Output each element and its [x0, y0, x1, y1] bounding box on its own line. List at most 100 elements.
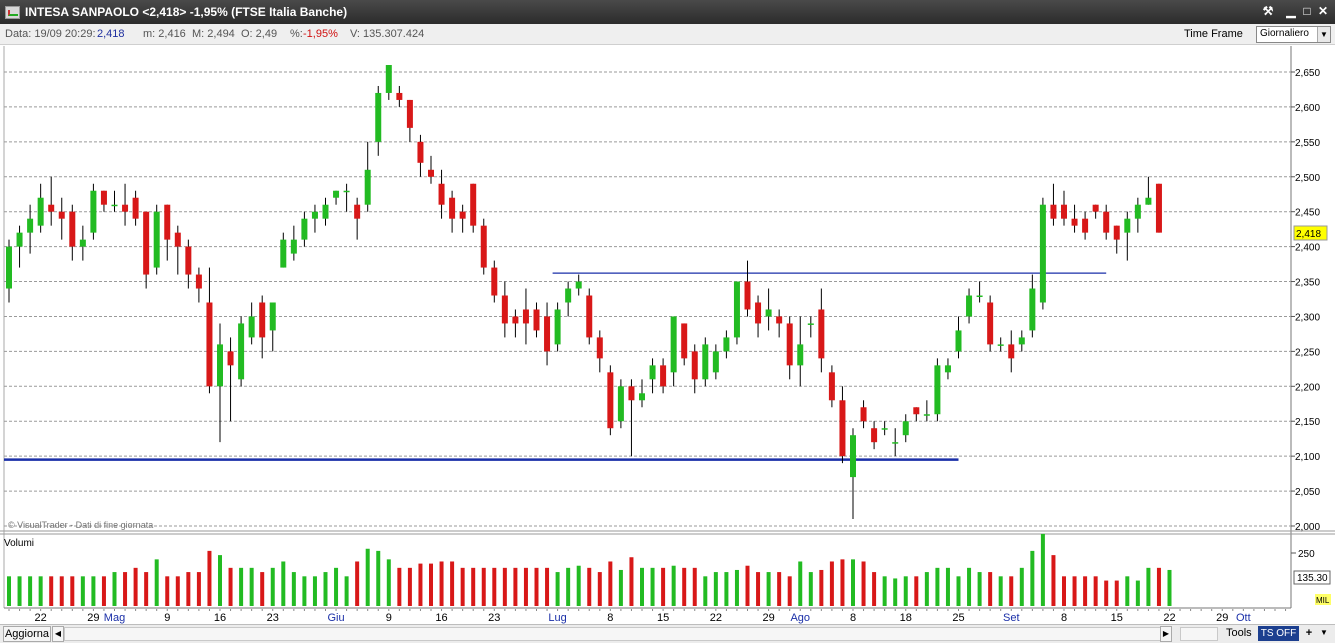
candle-body [438, 183, 445, 205]
horizontal-scrollbar[interactable] [64, 627, 1162, 641]
candle-body [1061, 204, 1067, 219]
volume-last-value: 135.30 [1297, 573, 1328, 584]
volume-bar [365, 548, 370, 606]
candle-body [955, 330, 962, 352]
date-axis-label: 8 [1061, 612, 1067, 624]
zoom-slider[interactable] [1180, 627, 1218, 641]
candle-body [459, 211, 466, 219]
candle-body [417, 141, 424, 163]
volume-bar [418, 563, 423, 606]
add-button[interactable]: + [1304, 626, 1314, 640]
candle-body [290, 239, 297, 254]
volume-bar [239, 567, 244, 606]
volume-bar [829, 561, 834, 606]
candle-body [765, 309, 772, 317]
candle-body [1124, 218, 1131, 233]
volume-bar [1125, 576, 1130, 606]
volume-bar [186, 572, 191, 606]
candle-body [491, 267, 498, 296]
candle-body [206, 302, 213, 387]
volume-bar [218, 555, 222, 606]
tools-button[interactable]: Tools [1226, 626, 1252, 640]
volume-bar [1167, 569, 1172, 606]
candle-body [533, 309, 540, 331]
candle-body [259, 302, 266, 338]
candle-body [512, 316, 519, 324]
volume-bar [650, 567, 655, 606]
volume-bar [576, 565, 581, 606]
volume-bar [133, 567, 138, 606]
volume-bar [566, 567, 571, 606]
volume-bar [334, 567, 339, 606]
candle-body [1113, 225, 1120, 240]
candle-body [966, 295, 973, 317]
price-axis-label: 2,550 [1295, 138, 1320, 149]
volume-bar [281, 561, 286, 606]
candle-body [164, 204, 171, 240]
date-axis-label: Lug [548, 612, 566, 624]
volume-bar [745, 565, 750, 606]
volume-bar [513, 567, 518, 606]
volume-bar [545, 567, 550, 606]
volume-bar [872, 572, 877, 606]
volume-bar [323, 572, 328, 606]
date-axis-label: Ago [790, 612, 810, 624]
date-axis-label: 15 [1111, 612, 1123, 624]
candle-body [860, 407, 867, 422]
candle-body [217, 344, 223, 387]
volume-bar [882, 576, 887, 606]
price-axis-label: 2,300 [1295, 312, 1320, 323]
price-axis: 2,650 2,600 2,550 2,500 2,450 2,400 2,350 2,300… [1291, 68, 1320, 533]
candle-body [712, 351, 719, 373]
date-axis-label: Giu [327, 612, 344, 624]
ts-off-button[interactable]: TS OFF [1258, 626, 1299, 641]
scroll-right-icon[interactable]: ▶ [1160, 626, 1172, 642]
date-axis: 22 29 Mag 9 16 23 Giu 9 16 23 Lug 8 15 22 29 Ago 8 18 25 Se… [35, 612, 1251, 624]
candle-body [934, 365, 941, 415]
volume-bar [692, 567, 697, 606]
current-price-badge: 2,418 [1296, 229, 1321, 240]
price-chart[interactable]: 2,650 2,600 2,550 2,500 2,450 2,400 2,350 2,300… [0, 0, 1335, 624]
candle-body [691, 351, 698, 380]
volume-bar [671, 565, 676, 606]
volume-bar [80, 576, 85, 606]
volume-unit: MIL [1316, 596, 1330, 605]
volume-bar [861, 561, 866, 606]
candle-body [639, 393, 645, 401]
candle-body [79, 239, 86, 247]
volume-bar [207, 550, 212, 606]
candle-body [776, 316, 783, 324]
volume-bar [808, 572, 813, 606]
candle-body [195, 274, 202, 289]
dropdown-arrow-icon[interactable]: ▼ [1318, 626, 1330, 640]
candle-body [174, 232, 181, 247]
candle-body [1071, 218, 1078, 226]
candle-body [301, 218, 308, 240]
date-axis-label: 22 [710, 612, 722, 624]
candle-body [586, 295, 593, 338]
volume-bar [460, 567, 465, 606]
candle-body [132, 197, 139, 219]
date-axis-label: 22 [35, 612, 47, 624]
candle-body [976, 295, 983, 298]
volume-bar [766, 572, 771, 606]
volume-bar [935, 567, 940, 606]
volume-bar [777, 572, 782, 606]
volume-bar [312, 576, 317, 606]
candle-body [16, 232, 23, 247]
candle-body [902, 421, 909, 436]
scroll-left-icon[interactable]: ◀ [52, 626, 64, 642]
date-axis-label: 8 [850, 612, 856, 624]
volume-bar [302, 576, 307, 606]
volume-bar [101, 576, 106, 606]
volume-bar [439, 561, 444, 606]
volume-bar [724, 572, 729, 606]
price-axis-label: 2,500 [1295, 173, 1320, 184]
aggiorna-button[interactable]: Aggiorna [3, 626, 51, 642]
volume-bar [798, 561, 803, 606]
volume-bar [945, 567, 950, 606]
volume-bar [1040, 533, 1045, 606]
candle-body [828, 372, 835, 401]
date-axis-label: Set [1003, 612, 1020, 624]
candle-body [755, 302, 762, 324]
